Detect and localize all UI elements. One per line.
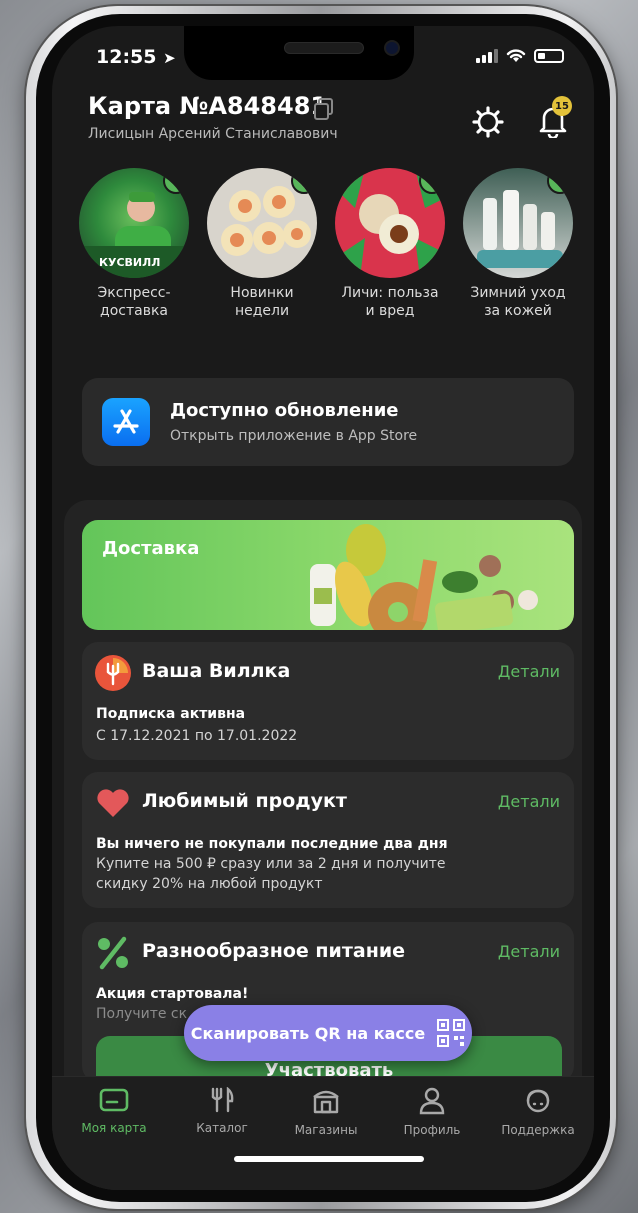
fork-logo-icon [95, 655, 131, 691]
bottom-tab-bar: Моя карта Каталог Магазины Профиль Подде… [52, 1076, 594, 1190]
card-title: Любимый продукт [142, 790, 347, 812]
details-link[interactable]: Детали [498, 942, 560, 961]
stories-row: КУСВИЛЛ Экспресс- доставка Новинки недел… [78, 168, 578, 328]
card-description: Получите ск [96, 1006, 188, 1022]
story-label: Новинки недели [230, 285, 294, 319]
story-express-delivery[interactable]: КУСВИЛЛ Экспресс- доставка [78, 168, 190, 320]
story-winter-care[interactable]: Зимний уход за кожей [462, 168, 574, 320]
card-status: Акция стартовала! [96, 986, 249, 1002]
svg-text:КУСВИЛЛ: КУСВИЛЛ [99, 256, 160, 269]
notch [184, 26, 414, 80]
story-label: Экспресс- доставка [97, 285, 171, 319]
unread-dot [419, 168, 445, 194]
favorite-product-card[interactable]: Любимый продукт Детали Вы ничего не поку… [82, 772, 574, 908]
tab-catalog[interactable]: Каталог [172, 1086, 272, 1135]
heart-icon [97, 789, 129, 817]
tab-label: Профиль [403, 1123, 461, 1137]
settings-gear-icon[interactable] [472, 106, 504, 138]
tab-profile[interactable]: Профиль [382, 1087, 482, 1137]
vilka-card[interactable]: Ваша Виллка Детали Подписка активна С 17… [82, 642, 574, 760]
details-link[interactable]: Детали [498, 792, 560, 811]
wifi-icon [506, 49, 526, 62]
owner-name: Лисицын Арсений Станиславович [88, 126, 338, 142]
tab-label: Поддержка [501, 1123, 575, 1137]
card-title: Разнообразное питание [142, 940, 406, 962]
story-thumbnail [335, 168, 445, 278]
person-icon [419, 1087, 445, 1115]
story-label: Зимний уход за кожей [470, 285, 566, 319]
front-camera [384, 40, 400, 56]
card-icon [99, 1088, 129, 1112]
tab-my-card[interactable]: Моя карта [64, 1087, 164, 1135]
scan-qr-label: Сканировать QR на кассе [190, 1023, 426, 1043]
copy-icon[interactable] [314, 98, 334, 120]
status-icons [476, 48, 564, 63]
groceries-image [310, 524, 538, 630]
tab-label: Каталог [196, 1121, 248, 1135]
status-time: 12:55 ➤ [96, 46, 176, 68]
unread-dot [163, 168, 189, 194]
story-label: Личи: польза и вред [341, 285, 439, 319]
update-subtitle: Открыть приложение в App Store [170, 428, 418, 444]
update-title: Доступно обновление [170, 400, 399, 421]
speaker-grille [284, 42, 364, 54]
story-thumbnail: КУСВИЛЛ [79, 168, 189, 278]
story-new-week[interactable]: Новинки недели [206, 168, 318, 320]
delivery-banner[interactable]: Доставка [82, 520, 574, 630]
tab-stores[interactable]: Магазины [276, 1087, 376, 1137]
percent-icon [98, 936, 128, 970]
tab-label: Моя карта [81, 1121, 147, 1135]
fork-knife-icon [211, 1086, 234, 1113]
qr-code-icon [437, 1019, 466, 1047]
app-store-icon [102, 398, 150, 446]
location-arrow-icon: ➤ [163, 49, 176, 67]
cellular-signal-icon [476, 48, 498, 63]
notification-badge: 15 [552, 96, 572, 116]
card-title: Ваша Виллка [142, 660, 291, 682]
story-thumbnail [463, 168, 573, 278]
headset-icon [526, 1089, 550, 1113]
card-number-title: Карта №A848481 [88, 92, 328, 120]
story-lychee[interactable]: Личи: польза и вред [334, 168, 446, 320]
unread-dot [547, 168, 573, 194]
tab-support[interactable]: Поддержка [488, 1087, 588, 1137]
store-icon [313, 1090, 339, 1114]
card-period: С 17.12.2021 по 17.01.2022 [96, 728, 298, 744]
card-status: Подписка активна [96, 706, 246, 722]
scan-qr-button[interactable]: Сканировать QR на кассе [184, 1005, 472, 1061]
status-time-text: 12:55 [96, 46, 157, 68]
battery-icon [534, 48, 564, 63]
app-screen: 12:55 ➤ Карта №A848481 Лисицын Арсений С… [52, 26, 594, 1190]
card-status: Вы ничего не покупали последние два дня [96, 836, 448, 852]
card-description: Купите на 500 ₽ сразу или за 2 дня и пол… [96, 856, 446, 892]
story-thumbnail [207, 168, 317, 278]
unread-dot [291, 168, 317, 194]
app-update-card[interactable]: Доступно обновление Открыть приложение в… [82, 378, 574, 466]
details-link[interactable]: Детали [498, 662, 560, 681]
home-indicator[interactable] [234, 1156, 424, 1162]
tab-label: Магазины [294, 1123, 358, 1137]
